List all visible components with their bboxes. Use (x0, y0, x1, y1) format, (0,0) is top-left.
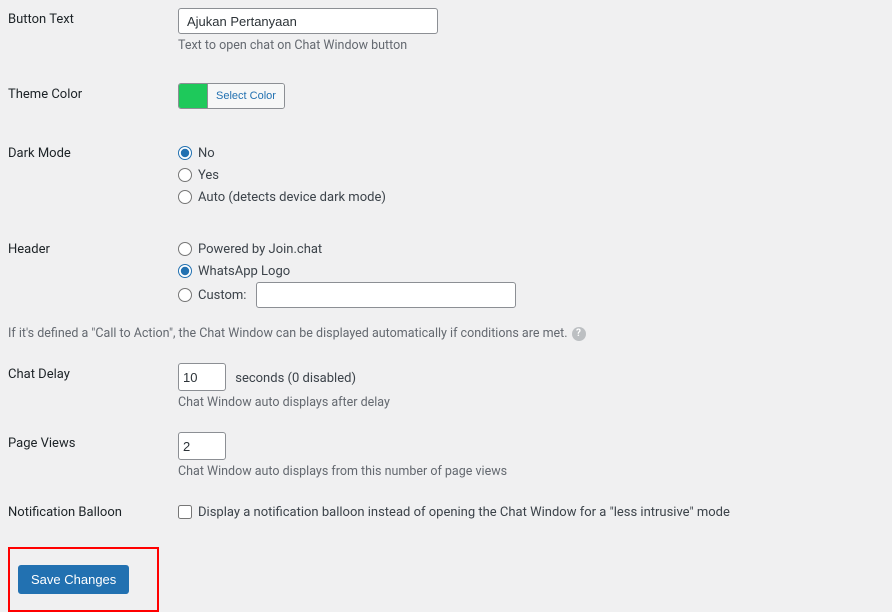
header-wa-radio[interactable] (178, 264, 192, 278)
theme-color-label: Theme Color (8, 83, 178, 102)
header-powered-radio[interactable] (178, 242, 192, 256)
help-icon[interactable]: ? (572, 327, 586, 341)
header-label: Header (8, 238, 178, 257)
chat-delay-desc: Chat Window auto displays after delay (178, 395, 884, 410)
header-custom-text: Custom: (198, 288, 246, 303)
chat-delay-input[interactable] (178, 363, 226, 391)
button-text-desc: Text to open chat on Chat Window button (178, 38, 884, 53)
header-powered-text: Powered by Join.chat (198, 242, 322, 257)
save-button[interactable]: Save Changes (18, 565, 129, 594)
page-views-input[interactable] (178, 432, 226, 460)
dark-mode-yes-text: Yes (198, 168, 219, 183)
cta-info-text: If it's defined a "Call to Action", the … (8, 326, 568, 341)
dark-mode-auto-text: Auto (detects device dark mode) (198, 190, 386, 205)
chat-delay-suffix: seconds (0 disabled) (235, 371, 356, 386)
button-text-input[interactable] (178, 8, 438, 34)
notification-checkbox[interactable] (178, 505, 192, 519)
button-text-label: Button Text (8, 8, 178, 27)
save-highlight-box: Save Changes (8, 547, 159, 612)
header-custom-radio[interactable] (178, 288, 192, 302)
dark-mode-no-radio[interactable] (178, 146, 192, 160)
header-custom-input[interactable] (256, 282, 516, 308)
dark-mode-no-text: No (198, 146, 215, 161)
dark-mode-yes-radio[interactable] (178, 168, 192, 182)
page-views-desc: Chat Window auto displays from this numb… (178, 464, 884, 479)
page-views-label: Page Views (8, 432, 178, 451)
notification-label: Notification Balloon (8, 501, 178, 520)
notification-text: Display a notification balloon instead o… (198, 505, 730, 520)
header-wa-text: WhatsApp Logo (198, 264, 290, 279)
dark-mode-label: Dark Mode (8, 142, 178, 161)
dark-mode-auto-radio[interactable] (178, 190, 192, 204)
color-swatch[interactable] (179, 84, 207, 108)
chat-delay-label: Chat Delay (8, 363, 178, 382)
select-color-button[interactable]: Select Color (207, 84, 284, 108)
